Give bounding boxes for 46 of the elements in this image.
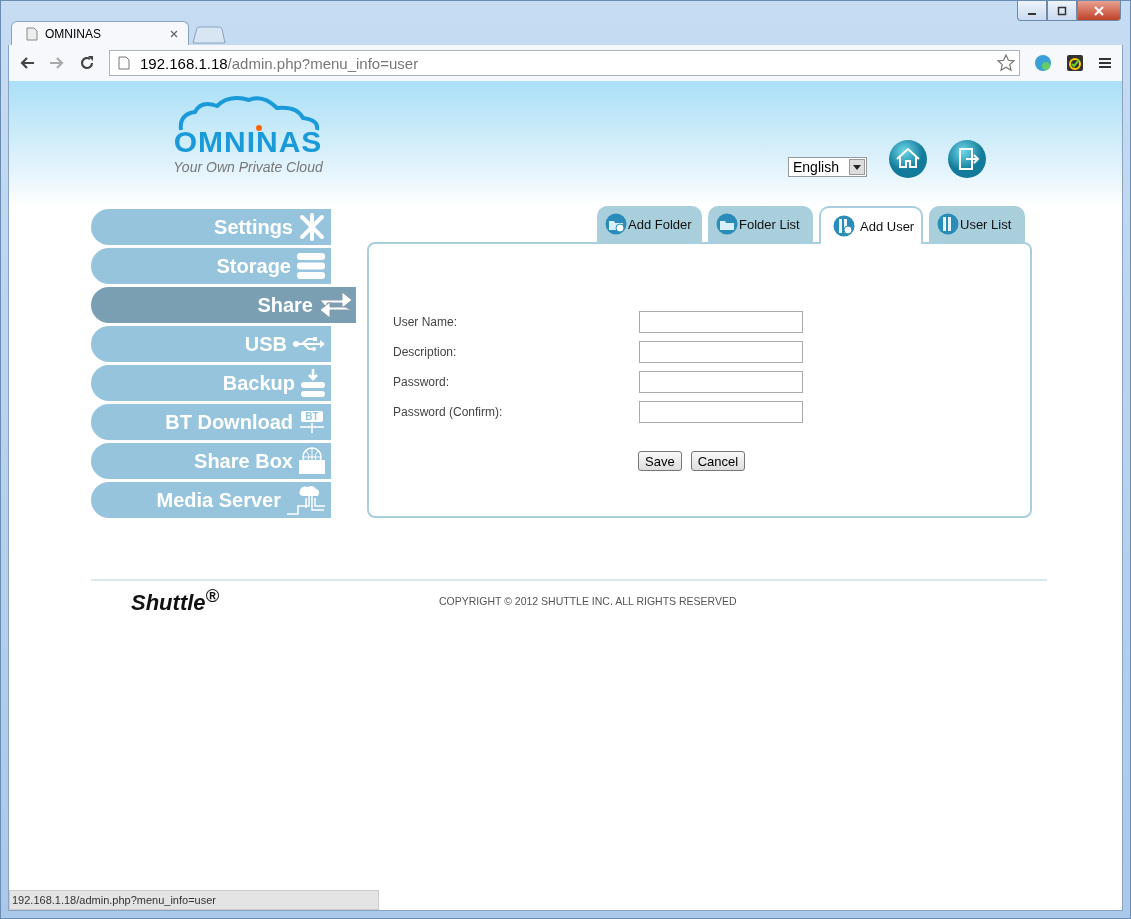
folder-icon: [605, 213, 627, 235]
save-button[interactable]: Save: [638, 451, 682, 471]
copyright-text: COPYRIGHT © 2012 SHUTTLE INC. ALL RIGHTS RESERVED: [439, 595, 737, 607]
home-button[interactable]: [888, 139, 928, 179]
maximize-icon: [1057, 5, 1067, 16]
close-icon: [1094, 5, 1104, 16]
field-label: Password:: [393, 375, 451, 389]
maximize-button[interactable]: [1047, 1, 1077, 21]
input-field[interactable]: [639, 341, 803, 363]
cancel-button[interactable]: Cancel: [690, 451, 746, 471]
users-icon: [937, 213, 959, 235]
storage-icon: [296, 252, 326, 280]
logout-button[interactable]: [947, 139, 987, 179]
page-icon: [26, 26, 38, 41]
status-bar: 192.168.1.18/admin.php?menu_info=user: [9, 890, 379, 910]
minimize-icon: [1028, 12, 1036, 15]
tools-icon: [298, 213, 326, 241]
input-field[interactable]: [639, 311, 803, 333]
reload-icon[interactable]: [79, 55, 95, 71]
close-icon[interactable]: [170, 29, 178, 38]
back-icon[interactable]: [19, 56, 35, 70]
input-field[interactable]: [639, 371, 803, 393]
field-label: Description:: [393, 345, 458, 359]
field-label: Password (Confirm):: [393, 405, 504, 419]
cloud-server-icon: [286, 484, 326, 516]
address-bar[interactable]: 192.168.1.18/admin.php?menu_info=user: [109, 50, 1020, 76]
usb-icon: [292, 336, 326, 352]
browser-tab[interactable]: OMNINAS: [11, 21, 189, 45]
input-field[interactable]: [639, 401, 803, 423]
logo: OMNINAS Your Own Private Cloud: [165, 96, 331, 182]
field-label: User Name:: [393, 315, 458, 329]
close-button[interactable]: [1077, 1, 1121, 21]
users-icon: [833, 215, 855, 237]
tab[interactable]: Folder List: [708, 206, 813, 242]
globe-box-icon: [298, 446, 326, 476]
tab[interactable]: Add Folder: [597, 206, 702, 242]
folder-icon: [716, 213, 738, 235]
minimize-button[interactable]: [1017, 1, 1047, 21]
extension-icon[interactable]: [1066, 54, 1084, 72]
brand-logo: Shuttle$^{®}$: [131, 585, 221, 617]
tab[interactable]: User List: [929, 206, 1025, 242]
tab[interactable]: Add User: [819, 206, 923, 244]
language-dropdown[interactable]: English: [788, 157, 867, 177]
download-icon: [300, 368, 326, 398]
arrows-icon: [318, 290, 354, 320]
menu-icon[interactable]: [1098, 57, 1112, 69]
